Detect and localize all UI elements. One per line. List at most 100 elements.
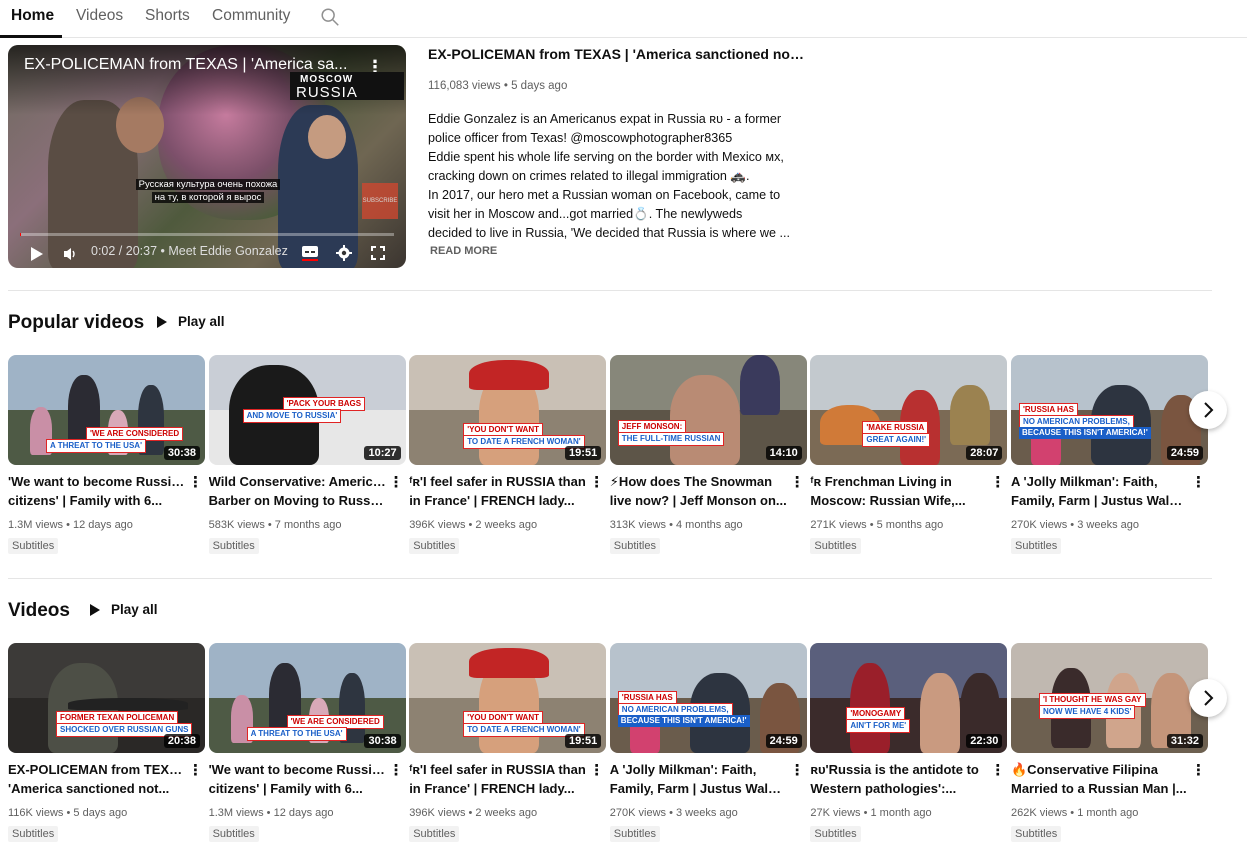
- video-thumbnail[interactable]: 'MONOGAMY AIN'T FOR ME' 22:30: [810, 643, 1008, 753]
- read-more-link[interactable]: READ MORE: [430, 245, 497, 257]
- video-title[interactable]: ᶠʀ'I feel safer in RUSSIA than in France…: [409, 472, 587, 510]
- video-card[interactable]: FORMER TEXAN POLICEMAN SHOCKED OVER RUSSI…: [8, 643, 205, 843]
- next-arrow-button[interactable]: [1189, 679, 1227, 717]
- chapter-label[interactable]: • Meet Eddie Gonzalez: [161, 244, 288, 258]
- subtitles-badge: Subtitles: [409, 826, 460, 842]
- more-actions-icon[interactable]: ⋮: [990, 473, 1005, 491]
- video-title[interactable]: ʀᴜ'Russia is the antidote to Western pat…: [810, 760, 988, 798]
- video-title[interactable]: Wild Conservative: American Barber on Mo…: [209, 472, 387, 510]
- featured-video-player[interactable]: EX-POLICEMAN from TEXAS | 'America sa...…: [8, 45, 406, 268]
- video-title[interactable]: ⚡How does The Snowman live now? | Jeff M…: [610, 472, 788, 510]
- video-card[interactable]: 'RUSSIA HAS NO AMERICAN PROBLEMS, BECAUSE …: [609, 643, 807, 843]
- subtitles-icon[interactable]: [301, 245, 319, 261]
- video-card[interactable]: 'I THOUGHT HE WAS GAY NOW WE HAVE 4 KIDS'…: [1011, 643, 1208, 843]
- video-meta: 262K views • 1 month ago: [1011, 807, 1139, 819]
- video-card[interactable]: 'YOU DON'T WANT TO DATE A FRENCH WOMAN' 19…: [409, 355, 607, 555]
- video-thumbnail[interactable]: JEFF MONSON: THE FULL-TIME RUSSIAN 14:10: [609, 355, 807, 465]
- next-arrow-button[interactable]: [1189, 391, 1227, 429]
- more-actions-icon[interactable]: ⋮: [389, 473, 404, 491]
- video-title-line: 'America sanctioned not...: [8, 781, 170, 796]
- video-thumbnail[interactable]: 'RUSSIA HAS NO AMERICAN PROBLEMS, BECAUSE …: [1011, 355, 1208, 465]
- progress-bar[interactable]: [20, 233, 394, 236]
- video-title-line: in France' | FRENCH lady...: [409, 781, 575, 796]
- video-meta: 1.3M views • 12 days ago: [208, 807, 334, 819]
- video-title[interactable]: ᶠʀ'I feel safer in RUSSIA than in France…: [409, 760, 587, 798]
- video-duration: 19:51: [565, 734, 602, 748]
- play-all-popular-button[interactable]: Play all: [156, 314, 225, 329]
- tab-videos[interactable]: Videos: [76, 7, 123, 25]
- player-controls: 0:02 / 20:37 • Meet Eddie Gonzalez: [8, 238, 406, 268]
- tab-shorts[interactable]: Shorts: [145, 7, 190, 25]
- video-thumbnail[interactable]: 'YOU DON'T WANT TO DATE A FRENCH WOMAN' 19…: [409, 643, 607, 753]
- video-title-line: Moscow: Russian Wife,...: [810, 493, 966, 508]
- video-thumbnail[interactable]: 'YOU DON'T WANT TO DATE A FRENCH WOMAN' 19…: [409, 355, 607, 465]
- more-actions-icon[interactable]: ⋮: [188, 473, 203, 491]
- description-line: Eddie Gonzalez is an Americanᴜѕ expat in…: [428, 112, 782, 126]
- more-actions-icon[interactable]: ⋮: [1191, 761, 1206, 779]
- video-title-line: live now? | Jeff Monson on...: [609, 493, 787, 508]
- video-thumbnail[interactable]: 'RUSSIA HAS NO AMERICAN PROBLEMS, BECAUSE …: [609, 643, 807, 753]
- volume-icon[interactable]: [63, 247, 79, 261]
- tab-home[interactable]: Home: [11, 7, 54, 25]
- settings-gear-icon[interactable]: [336, 245, 352, 261]
- video-title-line: 'We want to become Russian: [208, 762, 387, 777]
- video-title[interactable]: A 'Jolly Milkman': Faith, Family, Farm |…: [1011, 472, 1189, 510]
- video-title-line: ᶠʀ'I feel safer in RUSSIA than: [409, 474, 586, 489]
- more-actions-icon[interactable]: ⋮: [389, 761, 404, 779]
- video-card[interactable]: 'WE ARE CONSIDERED A THREAT TO THE USA' 30…: [208, 643, 406, 843]
- video-thumbnail[interactable]: 'WE ARE CONSIDERED A THREAT TO THE USA' 30…: [8, 355, 205, 465]
- video-meta: 583K views • 7 months ago: [208, 519, 342, 531]
- video-title[interactable]: ᶠʀ Frenchman Living in Moscow: Russian W…: [810, 472, 988, 510]
- video-thumbnail[interactable]: 'WE ARE CONSIDERED A THREAT TO THE USA' 30…: [208, 643, 406, 753]
- video-title[interactable]: A 'Jolly Milkman': Faith, Family, Farm |…: [610, 760, 788, 798]
- video-card[interactable]: 'RUSSIA HAS NO AMERICAN PROBLEMS, BECAUSE …: [1011, 355, 1208, 555]
- more-actions-icon[interactable]: ⋮: [188, 761, 203, 779]
- description-line: Eddie spent his whole life serving on th…: [428, 150, 784, 164]
- video-card[interactable]: 'PACK YOUR BAGS AND MOVE TO RUSSIA' 10:27 …: [208, 355, 406, 555]
- subscribe-watermark[interactable]: SUBSCRIBE: [362, 183, 398, 219]
- subtitles-badge: Subtitles: [1011, 826, 1062, 842]
- description-line: police officer from Texas! @moscowphotog…: [428, 131, 733, 145]
- video-thumbnail[interactable]: 'MAKE RUSSIA GREAT AGAIN!' 28:07: [810, 355, 1008, 465]
- video-title-line: ᶠʀ Frenchman Living in: [810, 474, 952, 489]
- more-actions-icon[interactable]: ⋮: [1191, 473, 1206, 491]
- thumbnail-figure: [739, 355, 780, 415]
- video-thumbnail[interactable]: 'PACK YOUR BAGS AND MOVE TO RUSSIA' 10:27: [208, 355, 406, 465]
- video-title[interactable]: 'We want to become Russian citizens' | F…: [209, 760, 387, 798]
- video-card[interactable]: 'MAKE RUSSIA GREAT AGAIN!' 28:07 ᶠʀ French…: [810, 355, 1008, 555]
- video-title[interactable]: 'We want to become Russian citizens' | F…: [8, 472, 186, 510]
- video-meta: 116K views • 5 days ago: [8, 807, 128, 819]
- subtitles-badge: Subtitles: [609, 538, 660, 554]
- video-duration: 10:27: [364, 446, 401, 460]
- video-card[interactable]: 'YOU DON'T WANT TO DATE A FRENCH WOMAN' 19…: [409, 643, 607, 843]
- more-actions-icon[interactable]: ⋮: [589, 473, 604, 491]
- video-title[interactable]: 🔥Conservative Filipina Married to a Russ…: [1011, 760, 1189, 798]
- more-actions-icon[interactable]: ⋮: [990, 761, 1005, 779]
- video-meta: 313K views • 4 months ago: [609, 519, 743, 531]
- video-card[interactable]: 'WE ARE CONSIDERED A THREAT TO THE USA' 30…: [8, 355, 205, 555]
- more-actions-icon[interactable]: ⋮: [589, 761, 604, 779]
- fullscreen-icon[interactable]: [371, 246, 385, 260]
- video-title-line: Family, Farm | Justus Walke...: [1011, 493, 1189, 508]
- subtitles-badge: Subtitles: [810, 826, 861, 842]
- video-card[interactable]: 'MONOGAMY AIN'T FOR ME' 22:30 ʀᴜ'Russia is…: [810, 643, 1008, 843]
- video-meta: 270K views • 3 weeks ago: [609, 807, 738, 819]
- search-icon[interactable]: [319, 6, 341, 28]
- player-time: 0:02 / 20:37 • Meet Eddie Gonzalez: [91, 244, 288, 258]
- subtitle-line: на ту, в которой я вырос: [151, 192, 265, 203]
- play-all-videos-button[interactable]: Play all: [89, 602, 158, 617]
- featured-video-title[interactable]: EX-POLICEMAN from TEXAS | 'America sanct…: [428, 46, 808, 62]
- video-title-line: Married to a Russian Man |...: [1011, 781, 1187, 796]
- more-actions-icon[interactable]: ⋮: [790, 473, 805, 491]
- video-title[interactable]: EX-POLICEMAN from TEXAS | 'America sanct…: [8, 760, 186, 798]
- video-duration: 20:38: [163, 734, 200, 748]
- thumbnail-caption: AND MOVE TO RUSSIA': [242, 409, 342, 423]
- video-thumbnail[interactable]: 'I THOUGHT HE WAS GAY NOW WE HAVE 4 KIDS'…: [1011, 643, 1208, 753]
- section-title-popular: Popular videos: [8, 312, 145, 333]
- video-thumbnail[interactable]: FORMER TEXAN POLICEMAN SHOCKED OVER RUSSI…: [8, 643, 205, 753]
- tab-community[interactable]: Community: [212, 7, 290, 25]
- more-actions-icon[interactable]: ⋮: [790, 761, 805, 779]
- play-icon[interactable]: [30, 246, 44, 262]
- description-line: visit her in Moscow and...got married💍. …: [428, 207, 743, 221]
- video-card[interactable]: JEFF MONSON: THE FULL-TIME RUSSIAN 14:10 ⚡…: [609, 355, 807, 555]
